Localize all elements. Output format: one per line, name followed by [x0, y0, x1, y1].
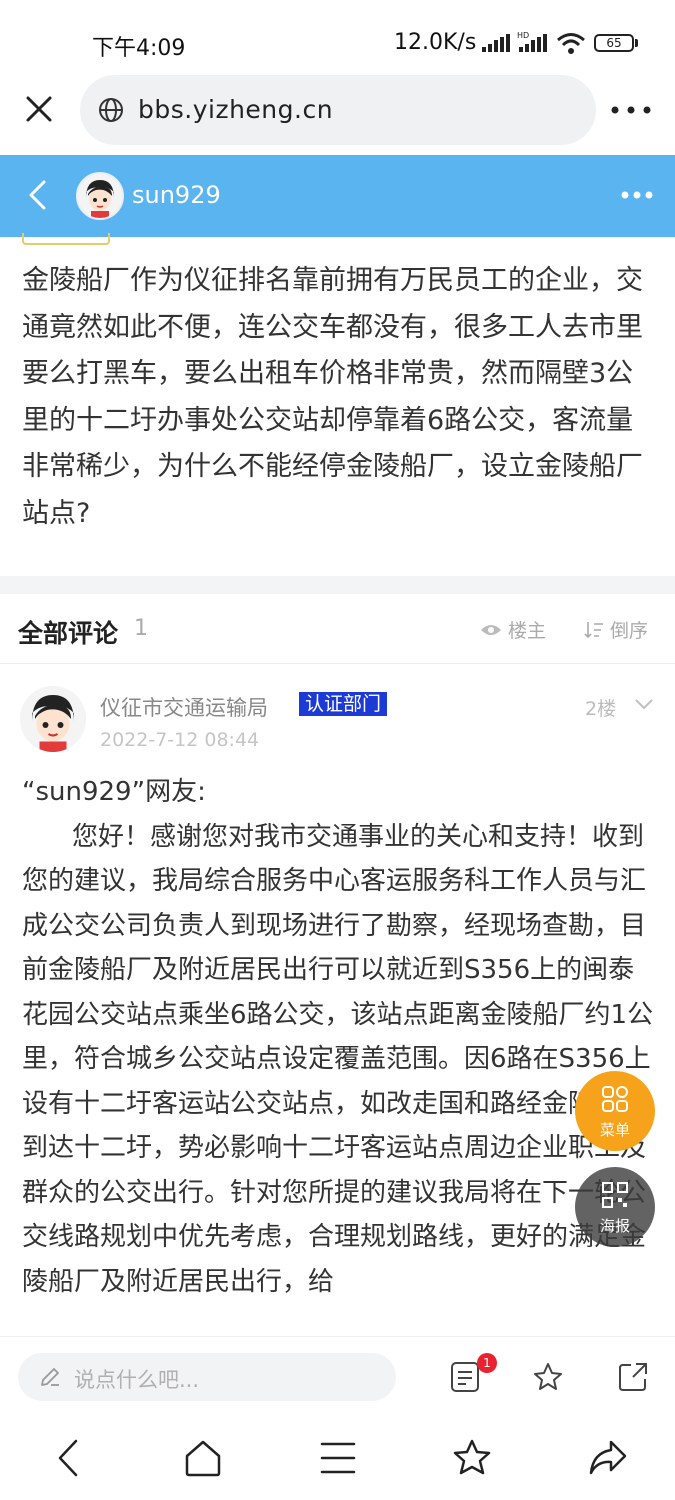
more-options-icon[interactable]: [611, 106, 651, 114]
comments-count-badge: 1: [477, 1353, 497, 1373]
comment-floor: 2楼: [585, 698, 617, 720]
comment-greeting: “sun929”网友:: [22, 777, 206, 807]
forward-share-icon[interactable]: [587, 1438, 629, 1478]
status-bar: 下午4:09 12.0K/s HD 65: [0, 0, 675, 78]
comment-text: 您好！感谢您对我市交通事业的关心和支持！收到您的建议，我局综合服务中心客运服务科…: [22, 821, 654, 1297]
net-speed: 12.0K/s: [394, 30, 477, 55]
battery-level: 65: [606, 36, 622, 50]
browser-nav-bar: [0, 1416, 675, 1500]
filter-owner-button[interactable]: 楼主: [480, 616, 546, 643]
status-time: 下午4:09: [92, 36, 186, 61]
wifi-icon: [557, 33, 585, 54]
verified-badge: 认证部门: [299, 692, 388, 716]
svg-text:HD: HD: [517, 31, 529, 40]
home-icon[interactable]: [183, 1438, 223, 1478]
comments-header: 全部评论 1 楼主 倒序: [0, 594, 675, 664]
menu-label: 菜单: [599, 1121, 630, 1139]
avatar-image: [78, 174, 122, 218]
sort-icon: [584, 621, 603, 638]
browser-toolbar: bbs.yizheng.cn: [0, 72, 675, 152]
signal-icon: [482, 34, 510, 52]
menu-lines-icon[interactable]: [320, 1438, 356, 1478]
comment-bar: 说点什么吧... 1: [0, 1336, 675, 1416]
sort-reverse-button[interactable]: 倒序: [584, 616, 648, 643]
more-icon[interactable]: [621, 191, 653, 199]
eye-icon: [481, 624, 501, 635]
nav-back-icon[interactable]: [56, 1438, 80, 1478]
comment-body: “sun929”网友: 您好！感谢您对我市交通事业的关心和支持！收到您的建议，我…: [22, 770, 658, 1336]
poster-label: 海报: [599, 1217, 630, 1235]
grid-icon: [602, 1086, 628, 1112]
section-divider: [0, 576, 675, 594]
comment-author[interactable]: 仪征市交通运输局: [100, 692, 268, 722]
chevron-down-icon[interactable]: [634, 698, 654, 710]
comment-input[interactable]: 说点什么吧...: [18, 1353, 396, 1401]
back-icon[interactable]: [26, 179, 48, 211]
share-icon[interactable]: [617, 1361, 649, 1393]
address-bar[interactable]: bbs.yizheng.cn: [80, 75, 596, 145]
url-text: bbs.yizheng.cn: [138, 95, 334, 124]
comments-icon[interactable]: [450, 1361, 480, 1393]
menu-button[interactable]: 菜单: [575, 1071, 655, 1151]
comment-avatar-image: [20, 686, 86, 752]
avatar[interactable]: [76, 172, 124, 220]
comment-avatar[interactable]: [20, 686, 86, 752]
sort-reverse-label: 倒序: [610, 620, 649, 642]
comment-date: 2022-7-12 08:44: [100, 729, 260, 751]
comment-placeholder: 说点什么吧...: [74, 1368, 200, 1392]
bookmark-star-icon[interactable]: [452, 1438, 492, 1478]
poster-button[interactable]: 海报: [575, 1167, 655, 1247]
pencil-icon: [41, 1368, 59, 1386]
hd-signal-icon: HD: [517, 31, 547, 52]
thread-header: sun929: [0, 155, 675, 237]
star-icon[interactable]: [532, 1361, 564, 1393]
battery-tip: [635, 39, 638, 47]
post-content: 金陵船厂作为仪征排名靠前拥有万民员工的企业，交通竟然如此不便，连公交车都没有，很…: [22, 265, 643, 529]
qrcode-icon: [602, 1182, 628, 1208]
thread-author-name[interactable]: sun929: [132, 181, 221, 209]
comments-title: 全部评论: [18, 619, 119, 648]
filter-owner-label: 楼主: [508, 620, 547, 642]
tag-fragment: [22, 233, 110, 245]
battery-icon: 65: [594, 34, 634, 52]
comments-count: 1: [134, 616, 148, 641]
globe-icon: [99, 98, 123, 122]
close-icon[interactable]: [24, 94, 54, 124]
